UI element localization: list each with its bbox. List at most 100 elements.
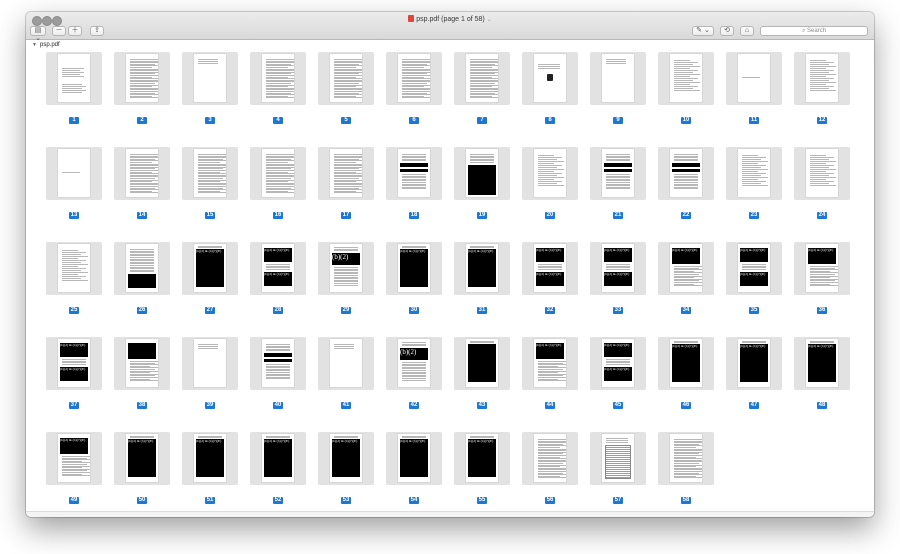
thumbnail-frame: (b)(2) & (b)(7)(E) (b)(2) & (b)(7)(E)	[590, 242, 646, 295]
page-number: 29	[318, 298, 374, 316]
page-number-badge: 6	[409, 117, 419, 124]
page-thumbnail[interactable]: 12	[794, 52, 850, 124]
text-line	[742, 155, 758, 156]
page-thumbnail[interactable]: 18	[386, 147, 442, 219]
zoom-in-button[interactable]: ＋	[68, 26, 82, 36]
page-thumbnail[interactable]: 22	[658, 147, 714, 219]
text-line	[674, 72, 693, 73]
page-thumbnail[interactable]: (b)(2) & (b)(7)(E) (b)(2) & (b)(7)(E) 37	[46, 337, 102, 409]
toolbox-button[interactable]: ⌂	[740, 26, 754, 36]
page-number-badge: 39	[204, 402, 216, 409]
page-thumbnail[interactable]: 56	[522, 432, 578, 504]
annotate-button[interactable]: ✎ ⌄	[692, 26, 714, 36]
page-number: 20	[522, 203, 578, 221]
page-thumbnail[interactable]: (b)(2) 42	[386, 337, 442, 409]
page-number: 11	[726, 108, 782, 126]
page-thumbnail[interactable]: (b)(2) & (b)(7)(E) (b)(2) & (b)(7)(E) 35	[726, 242, 782, 314]
page-thumbnail[interactable]: (b)(2) 29	[318, 242, 374, 314]
page-thumbnail[interactable]: (b)(2) & (b)(7)(E) 27	[182, 242, 238, 314]
page-thumbnail[interactable]: 15	[182, 147, 238, 219]
text-line	[810, 181, 834, 182]
page-thumbnail[interactable]: 16	[250, 147, 306, 219]
text-line	[538, 268, 562, 270]
chevron-down-icon[interactable]: ⌄	[487, 17, 492, 23]
sidebar-toggle-button[interactable]: ▤ ⌄	[30, 26, 46, 42]
thumbnail-frame: (b)(2) & (b)(7)(E)	[454, 432, 510, 485]
page-thumbnail[interactable]: 21	[590, 147, 646, 219]
page-thumbnail[interactable]: 19	[454, 147, 510, 219]
page-thumbnail[interactable]: (b)(2) & (b)(7)(E) 51	[182, 432, 238, 504]
text-line	[810, 80, 829, 81]
page-thumbnail[interactable]: 38	[114, 337, 170, 409]
page-thumbnail[interactable]: (b)(2) & (b)(7)(E) 48	[794, 337, 850, 409]
page-thumbnail[interactable]: 25	[46, 242, 102, 314]
page-thumbnail[interactable]: 14	[114, 147, 170, 219]
page-thumbnail[interactable]: (b)(2) & (b)(7)(E) 53	[318, 432, 374, 504]
page-thumbnail[interactable]: 4	[250, 52, 306, 124]
page-number: 24	[794, 203, 850, 221]
share-button[interactable]: ⇪	[90, 26, 104, 36]
rotate-button[interactable]: ⟲	[720, 26, 734, 36]
redaction-block: (b)(2) & (b)(7)(E)	[60, 343, 88, 357]
page-thumbnail[interactable]: 24	[794, 147, 850, 219]
page-thumbnail[interactable]: 8	[522, 52, 578, 124]
page-thumbnail[interactable]: 57	[590, 432, 646, 504]
text-line	[538, 181, 562, 182]
page-thumbnail[interactable]: (b)(2) & (b)(7)(E) 34	[658, 242, 714, 314]
redaction-block: (b)(2) & (b)(7)(E)	[264, 272, 292, 286]
search-field[interactable]: ⌕ Search	[760, 26, 868, 36]
page-preview	[126, 339, 158, 387]
page-thumbnail[interactable]: (b)(2) & (b)(7)(E) 52	[250, 432, 306, 504]
page-number-badge: 25	[68, 307, 80, 314]
page-thumbnail[interactable]: (b)(2) & (b)(7)(E) 55	[454, 432, 510, 504]
page-thumbnail[interactable]: 10	[658, 52, 714, 124]
text-line	[810, 165, 834, 166]
page-thumbnail[interactable]: (b)(2) & (b)(7)(E) 31	[454, 242, 510, 314]
page-thumbnail[interactable]: 40	[250, 337, 306, 409]
page-thumbnail[interactable]: 11	[726, 52, 782, 124]
page-thumbnail[interactable]: 6	[386, 52, 442, 124]
page-thumbnail[interactable]: 1	[46, 52, 102, 124]
page-thumbnail[interactable]: 58	[658, 432, 714, 504]
page-thumbnail[interactable]: 2	[114, 52, 170, 124]
page-preview	[126, 54, 158, 102]
thumbnail-frame	[114, 242, 170, 295]
page-thumbnail[interactable]: (b)(2) & (b)(7)(E) 49	[46, 432, 102, 504]
page-number: 7	[454, 108, 510, 126]
page-thumbnail[interactable]: 13	[46, 147, 102, 219]
text-line	[742, 159, 761, 160]
page-thumbnail[interactable]: (b)(2) & (b)(7)(E) 50	[114, 432, 170, 504]
page-thumbnail[interactable]: (b)(2) & (b)(7)(E) 30	[386, 242, 442, 314]
page-number: 45	[590, 393, 646, 411]
page-thumbnail[interactable]: 39	[182, 337, 238, 409]
zoom-out-button[interactable]: －	[52, 26, 66, 36]
page-thumbnail[interactable]: 41	[318, 337, 374, 409]
page-thumbnail[interactable]: (b)(2) & (b)(7)(E) (b)(2) & (b)(7)(E) 33	[590, 242, 646, 314]
page-thumbnail[interactable]: 5	[318, 52, 374, 124]
page-thumbnail[interactable]: (b)(2) & (b)(7)(E) 47	[726, 337, 782, 409]
page-thumbnail[interactable]: 7	[454, 52, 510, 124]
page-thumbnail[interactable]: 43	[454, 337, 510, 409]
page-number-badge: 49	[68, 497, 80, 504]
page-thumbnail[interactable]: (b)(2) & (b)(7)(E) 36	[794, 242, 850, 314]
page-thumbnail[interactable]: 23	[726, 147, 782, 219]
page-thumbnail[interactable]: 20	[522, 147, 578, 219]
page-thumbnail[interactable]: 17	[318, 147, 374, 219]
page-thumbnail[interactable]: (b)(2) & (b)(7)(E) (b)(2) & (b)(7)(E) 32	[522, 242, 578, 314]
page-thumbnail[interactable]: 9	[590, 52, 646, 124]
page-number: 15	[182, 203, 238, 221]
page-thumbnail[interactable]: (b)(2) & (b)(7)(E) (b)(2) & (b)(7)(E) 45	[590, 337, 646, 409]
disclosure-triangle-icon[interactable]: ▼	[32, 40, 37, 50]
page-thumbnail[interactable]: 3	[182, 52, 238, 124]
page-thumbnail[interactable]: (b)(2) & (b)(7)(E) 44	[522, 337, 578, 409]
text-line	[130, 437, 154, 438]
text-line	[198, 437, 222, 438]
redaction-block: (b)(2) & (b)(7)(E)	[196, 439, 224, 477]
page-thumbnail[interactable]: (b)(2) & (b)(7)(E) (b)(2) & (b)(7)(E) 28	[250, 242, 306, 314]
page-number: 25	[46, 298, 102, 316]
page-thumbnail[interactable]: 26	[114, 242, 170, 314]
page-thumbnail[interactable]: (b)(2) & (b)(7)(E) 54	[386, 432, 442, 504]
page-thumbnail[interactable]: (b)(2) & (b)(7)(E) 46	[658, 337, 714, 409]
text-line	[198, 344, 218, 345]
page-number-badge: 4	[273, 117, 283, 124]
